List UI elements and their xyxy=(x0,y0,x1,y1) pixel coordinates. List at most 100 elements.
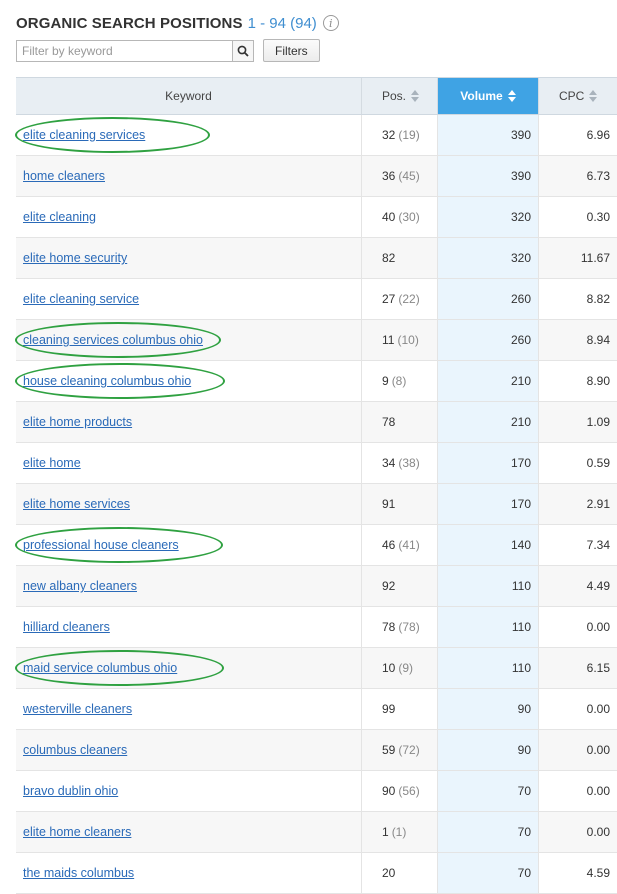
cpc-cell: 0.00 xyxy=(539,689,617,729)
cpc-value: 1.09 xyxy=(586,415,610,429)
table-row: elite home services 91 170 2.91 xyxy=(16,484,617,525)
position-cell: 20 xyxy=(362,853,438,893)
volume-cell: 320 xyxy=(438,238,539,278)
cpc-value: 8.94 xyxy=(586,333,610,347)
positions-table: Keyword Pos. Volume CPC elite cleaning s… xyxy=(15,77,617,894)
volume-value: 260 xyxy=(510,292,531,306)
page-title: ORGANIC SEARCH POSITIONS xyxy=(16,14,243,32)
position-cell: 92 xyxy=(362,566,438,606)
keyword-link[interactable]: westerville cleaners xyxy=(23,702,132,716)
keyword-cell: elite cleaning xyxy=(16,197,362,237)
cpc-cell: 6.96 xyxy=(539,115,617,155)
table-header: Keyword Pos. Volume CPC xyxy=(16,77,617,115)
table-row: elite home products 78 210 1.09 xyxy=(16,402,617,443)
volume-cell: 390 xyxy=(438,156,539,196)
volume-cell: 170 xyxy=(438,443,539,483)
position-value: 27 xyxy=(382,292,396,306)
cpc-cell: 8.82 xyxy=(539,279,617,319)
cpc-cell: 2.91 xyxy=(539,484,617,524)
previous-position: (41) xyxy=(398,538,420,552)
volume-value: 110 xyxy=(511,661,531,675)
table-row: cleaning services columbus ohio 11 (10) … xyxy=(15,320,617,361)
previous-position: (22) xyxy=(398,292,420,306)
previous-position: (1) xyxy=(391,825,407,839)
volume-cell: 210 xyxy=(438,402,539,442)
table-row: new albany cleaners 92 110 4.49 xyxy=(16,566,617,607)
keyword-link[interactable]: elite home xyxy=(23,456,81,470)
cpc-cell: 0.00 xyxy=(539,812,617,852)
column-header-volume[interactable]: Volume xyxy=(438,78,539,114)
filters-button[interactable]: Filters xyxy=(263,39,320,62)
keyword-link[interactable]: new albany cleaners xyxy=(23,579,137,593)
page-header: ORGANIC SEARCH POSITIONS 1 - 94 (94) i xyxy=(16,12,339,34)
info-icon[interactable]: i xyxy=(322,15,339,31)
column-header-keyword[interactable]: Keyword xyxy=(16,78,362,114)
position-value: 46 xyxy=(382,538,396,552)
volume-value: 210 xyxy=(510,415,531,429)
position-cell: 1 (1) xyxy=(362,812,438,852)
search-button[interactable] xyxy=(232,39,254,62)
keyword-link[interactable]: home cleaners xyxy=(23,169,105,183)
column-header-cpc[interactable]: CPC xyxy=(539,78,617,114)
keyword-link[interactable]: elite cleaning xyxy=(23,210,96,224)
volume-value: 70 xyxy=(517,784,531,798)
table-row: westerville cleaners 99 90 0.00 xyxy=(16,689,617,730)
position-cell: 90 (56) xyxy=(362,771,438,811)
keyword-link[interactable]: elite home security xyxy=(23,251,127,265)
keyword-link[interactable]: elite cleaning service xyxy=(23,292,139,306)
previous-position: (56) xyxy=(398,784,420,798)
cpc-value: 0.59 xyxy=(586,456,610,470)
cpc-value: 8.90 xyxy=(586,374,610,388)
position-cell: 59 (72) xyxy=(362,730,438,770)
keyword-cell: columbus cleaners xyxy=(16,730,362,770)
keyword-link[interactable]: elite home products xyxy=(23,415,132,429)
cpc-cell: 6.15 xyxy=(539,648,617,688)
volume-value: 70 xyxy=(517,866,531,880)
position-cell: 46 (41) xyxy=(362,525,438,565)
cpc-cell: 1.09 xyxy=(539,402,617,442)
keyword-cell: the maids columbus xyxy=(16,853,362,893)
table-row: professional house cleaners 46 (41) 140 … xyxy=(15,525,617,566)
keyword-cell: elite home services xyxy=(16,484,362,524)
previous-position: (19) xyxy=(398,128,420,142)
position-value: 92 xyxy=(382,579,396,593)
keyword-cell: hilliard cleaners xyxy=(16,607,362,647)
keyword-link[interactable]: elite home services xyxy=(23,497,130,511)
position-value: 9 xyxy=(382,374,389,388)
keyword-link[interactable]: maid service columbus ohio xyxy=(23,661,177,675)
position-value: 10 xyxy=(382,661,396,675)
keyword-filter-input[interactable] xyxy=(16,39,232,62)
volume-cell: 210 xyxy=(438,361,539,401)
keyword-link[interactable]: cleaning services columbus ohio xyxy=(23,333,203,347)
keyword-link[interactable]: bravo dublin ohio xyxy=(23,784,118,798)
volume-value: 390 xyxy=(510,169,531,183)
volume-cell: 260 xyxy=(438,279,539,319)
position-cell: 82 xyxy=(362,238,438,278)
volume-value: 390 xyxy=(510,128,531,142)
position-cell: 99 xyxy=(362,689,438,729)
cpc-value: 0.00 xyxy=(586,784,610,798)
previous-position: (10) xyxy=(397,333,419,347)
volume-value: 90 xyxy=(517,743,531,757)
volume-cell: 110 xyxy=(438,566,539,606)
keyword-link[interactable]: columbus cleaners xyxy=(23,743,127,757)
keyword-cell: new albany cleaners xyxy=(16,566,362,606)
keyword-link[interactable]: professional house cleaners xyxy=(23,538,179,552)
previous-position: (9) xyxy=(398,661,414,675)
keyword-cell: elite home cleaners xyxy=(16,812,362,852)
table-row: the maids columbus 20 70 4.59 xyxy=(16,853,617,894)
position-value: 20 xyxy=(382,866,396,880)
volume-value: 140 xyxy=(510,538,531,552)
cpc-cell: 0.00 xyxy=(539,607,617,647)
keyword-link[interactable]: elite cleaning services xyxy=(23,128,145,142)
keyword-cell: elite cleaning services xyxy=(15,115,362,155)
position-cell: 78 xyxy=(362,402,438,442)
keyword-link[interactable]: the maids columbus xyxy=(23,866,134,880)
keyword-cell: elite home security xyxy=(16,238,362,278)
keyword-link[interactable]: elite home cleaners xyxy=(23,825,131,839)
keyword-link[interactable]: hilliard cleaners xyxy=(23,620,110,634)
column-header-position[interactable]: Pos. xyxy=(362,78,438,114)
keyword-link[interactable]: house cleaning columbus ohio xyxy=(23,374,191,388)
filter-bar: Filters xyxy=(16,39,320,62)
volume-cell: 170 xyxy=(438,484,539,524)
